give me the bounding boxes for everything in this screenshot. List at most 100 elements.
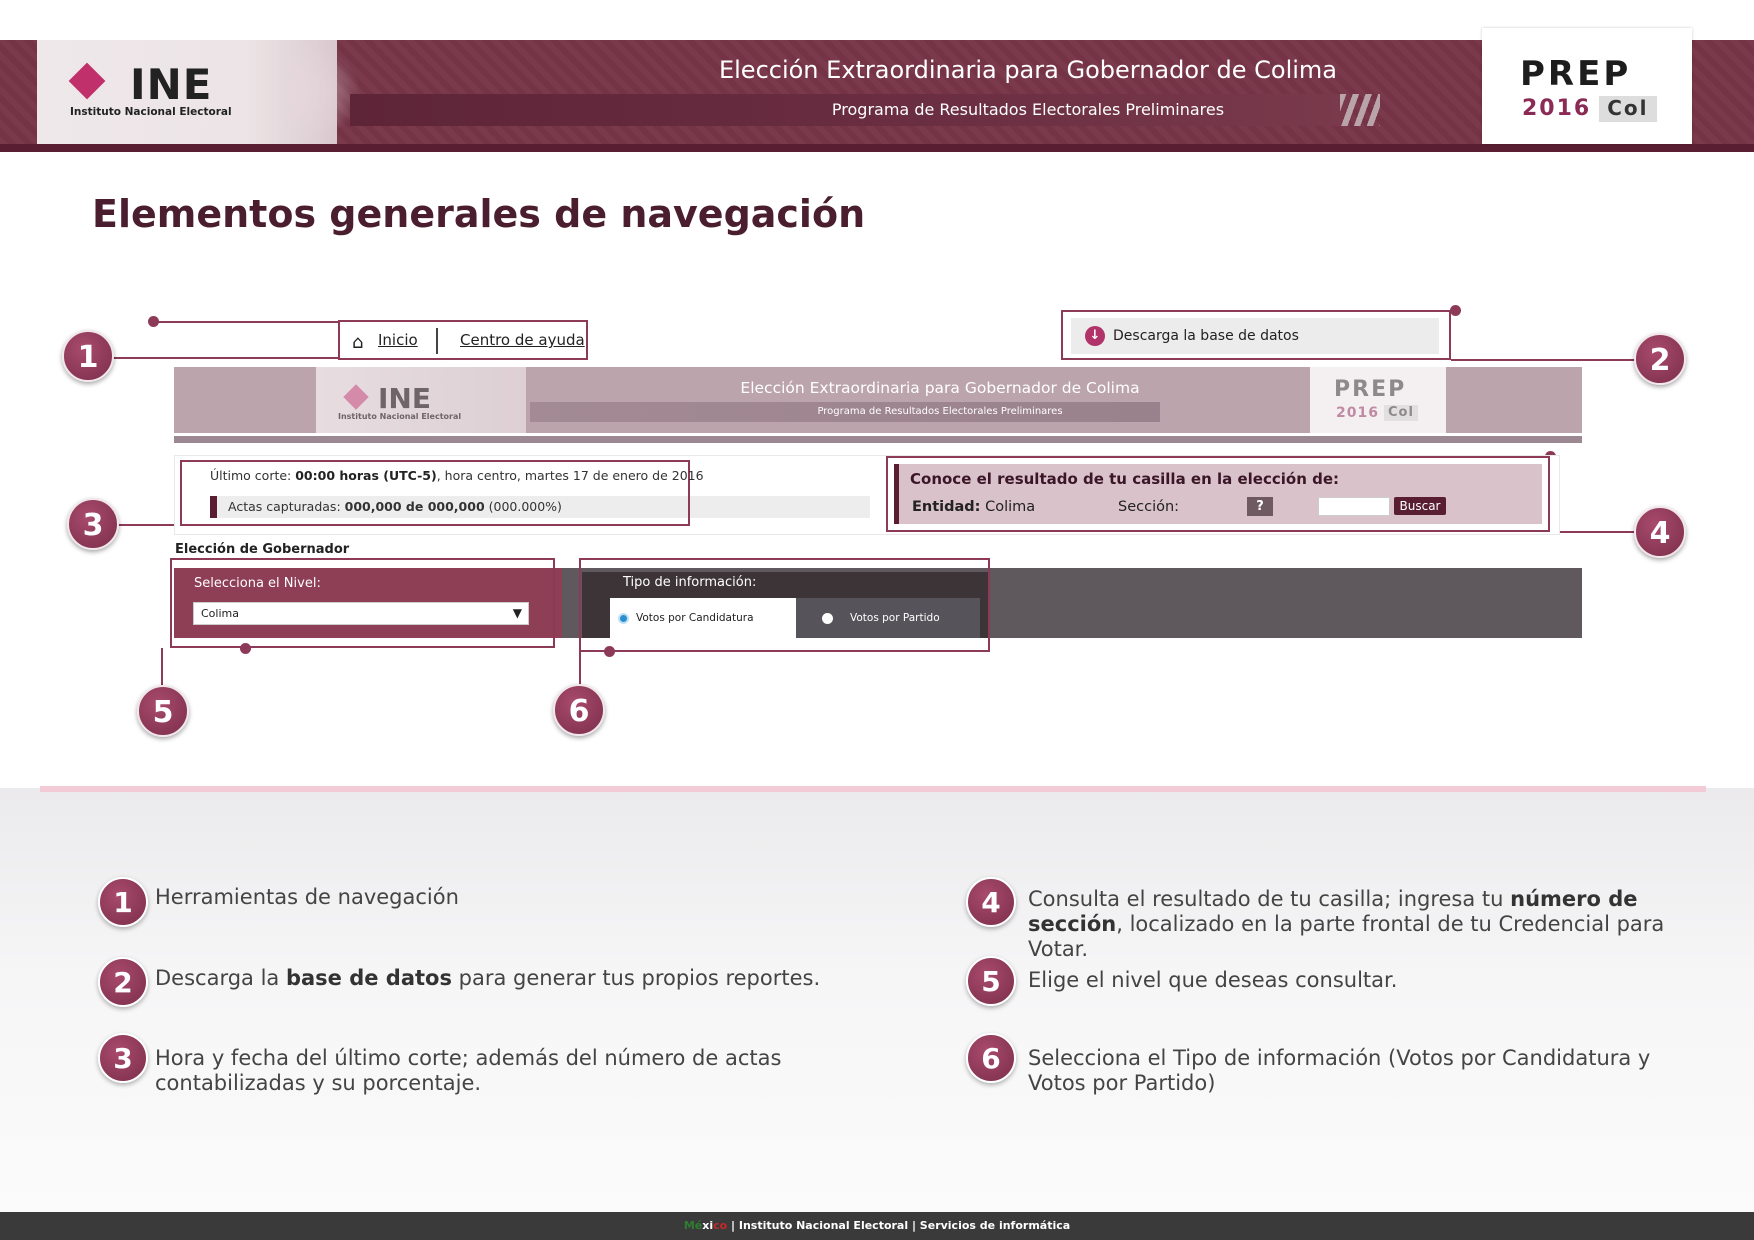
connector-2-right xyxy=(1451,359,1637,361)
chevron-down-icon: ▼ xyxy=(512,606,522,620)
nav-separator xyxy=(436,328,438,354)
download-database-button[interactable]: ↓ Descarga la base de datos xyxy=(1071,318,1439,354)
legend-2-post: para generar tus propios reportes. xyxy=(451,966,821,990)
mock-ine-logo-subtitle: Instituto Nacional Electoral xyxy=(338,412,462,421)
header-title: Elección Extraordinaria para Gobernador … xyxy=(718,56,1338,84)
last-cut-time: 00:00 horas (UTC-5) xyxy=(295,468,437,483)
home-link[interactable]: Inicio xyxy=(378,331,418,349)
option-votos-partido-label: Votos por Partido xyxy=(850,612,940,624)
legend-section xyxy=(0,788,1754,1212)
help-icon[interactable]: ? xyxy=(1247,497,1273,516)
marker-4: 4 xyxy=(1634,506,1686,558)
legend-text-4: Consulta el resultado de tu casilla; ing… xyxy=(1028,887,1698,962)
ine-logo-subtitle: Instituto Nacional Electoral xyxy=(70,106,232,118)
casilla-search-title: Conoce el resultado de tu casilla en la … xyxy=(910,470,1340,488)
prep-state: Col xyxy=(1599,96,1657,122)
mock-header-subtitle: Programa de Resultados Electorales Preli… xyxy=(817,406,1063,417)
footer-links: | Instituto Nacional Electoral | Servici… xyxy=(727,1219,1071,1232)
entidad-value: Colima xyxy=(980,499,1036,515)
seccion-input[interactable] xyxy=(1318,497,1390,516)
seccion-label: Sección: xyxy=(1118,499,1180,515)
prep-year: 2016 xyxy=(1522,96,1592,121)
connector-3-left xyxy=(118,524,180,526)
acts-captured-text: Actas capturadas: 000,000 de 000,000 (00… xyxy=(228,499,562,514)
casilla-search-highlight xyxy=(886,456,1550,532)
connector-1-left xyxy=(112,357,338,359)
header-stripe xyxy=(0,144,1754,152)
mock-prep-state: Col xyxy=(1383,405,1418,421)
home-icon[interactable]: ⌂ xyxy=(352,332,363,353)
entidad-label: Entidad: xyxy=(912,499,981,515)
acts-prefix: Actas capturadas: xyxy=(228,499,345,514)
legend-marker-2: 2 xyxy=(98,957,148,1007)
footer-mexico-3: co xyxy=(713,1219,728,1232)
prep-logo: PREP 2016 Col xyxy=(1482,28,1692,144)
search-button[interactable]: Buscar xyxy=(1394,497,1446,515)
legend-2-bold: base de datos xyxy=(285,966,452,990)
page-title: Elementos generales de navegación xyxy=(92,192,866,236)
legend-marker-6: 6 xyxy=(966,1033,1016,1083)
header-subtitle: Programa de Resultados Electorales Preli… xyxy=(831,100,1225,119)
radio-selected-icon xyxy=(618,613,629,624)
download-database-box: ↓ Descarga la base de datos xyxy=(1061,310,1451,360)
download-arrow-icon: ↓ xyxy=(1085,326,1105,346)
mock-prep-logo-year: 2016 Col xyxy=(1336,405,1418,421)
legend-4-pre: Consulta el resultado de tu casilla; ing… xyxy=(1028,887,1511,911)
connector-2-dot xyxy=(1450,305,1461,316)
ine-diamond-icon xyxy=(68,62,106,100)
info-type-label: Tipo de información: xyxy=(623,575,757,590)
acts-percent: (000.000%) xyxy=(484,499,562,514)
election-label: Elección de Gobernador xyxy=(175,542,350,557)
legend-text-5: Elige el nivel que deseas consultar. xyxy=(1028,968,1398,992)
connector-4-right xyxy=(1550,531,1640,533)
last-cut-prefix: Último corte: xyxy=(210,468,296,483)
legend-text-2: Descarga la base de datos para generar t… xyxy=(155,966,915,991)
level-select[interactable]: Colima ▼ xyxy=(193,602,529,625)
navigation-tools: ⌂ Inicio Centro de ayuda xyxy=(338,320,588,360)
legend-marker-1: 1 xyxy=(98,877,148,927)
last-cut-text: Último corte: 00:00 horas (UTC-5), hora … xyxy=(210,468,704,483)
download-database-label: Descarga la base de datos xyxy=(1113,328,1299,344)
mock-prep-year: 2016 xyxy=(1336,405,1379,421)
legend-2-pre: Descarga la xyxy=(155,966,286,990)
level-label: Selecciona el Nivel: xyxy=(194,576,321,591)
help-center-link[interactable]: Centro de ayuda xyxy=(460,331,585,349)
legend-marker-3: 3 xyxy=(98,1033,148,1083)
connector-1-top xyxy=(154,321,338,323)
prep-logo-year: 2016 Col xyxy=(1522,96,1657,122)
legend-4-post: , localizado en la parte frontal de tu C… xyxy=(1028,912,1665,961)
marker-6: 6 xyxy=(553,684,605,736)
legend-text-6: Selecciona el Tipo de información (Votos… xyxy=(1028,1046,1651,1095)
marker-2: 2 xyxy=(1634,333,1686,385)
connector-1-dot xyxy=(148,316,159,327)
connector-5-vert xyxy=(161,648,163,688)
legend-marker-5: 5 xyxy=(966,956,1016,1006)
last-cut-suffix: , hora centro, martes 17 de enero de 201… xyxy=(436,468,704,483)
option-votos-candidatura-label: Votos por Candidatura xyxy=(636,612,754,624)
radio-unselected-icon xyxy=(822,613,833,624)
level-select-value: Colima xyxy=(201,607,239,620)
mock-prep-logo-word: PREP xyxy=(1334,377,1407,402)
legend-divider xyxy=(40,786,1706,792)
option-votos-candidatura[interactable]: Votos por Candidatura xyxy=(610,598,796,638)
option-votos-partido[interactable]: Votos por Partido xyxy=(796,598,980,638)
prep-logo-word: PREP xyxy=(1520,54,1632,94)
legend-marker-4: 4 xyxy=(966,877,1016,927)
acts-count: 000,000 de 000,000 xyxy=(344,499,485,514)
mock-prep-logo: PREP 2016 Col xyxy=(1310,367,1446,433)
marker-1: 1 xyxy=(62,330,114,382)
footer-mexico-1: Mé xyxy=(683,1219,703,1232)
marker-5: 5 xyxy=(137,685,189,737)
mock-header-stripe xyxy=(174,433,1582,443)
footer-mexico-2: xi xyxy=(702,1219,714,1232)
legend-text-1: Herramientas de navegación xyxy=(155,885,459,909)
mock-ine-logo-text: INE xyxy=(378,382,431,415)
mock-header-title: Elección Extraordinaria para Gobernador … xyxy=(740,379,1140,397)
footer: México | Instituto Nacional Electoral | … xyxy=(0,1212,1754,1240)
ine-logo-text: INE xyxy=(130,60,213,109)
footer-text: México | Instituto Nacional Electoral | … xyxy=(0,1219,1754,1232)
legend-text-3: Hora y fecha del último corte; además de… xyxy=(155,1046,782,1095)
casilla-entidad: Entidad: Colima xyxy=(912,499,1035,515)
ine-logo: INE Instituto Nacional Electoral xyxy=(68,60,260,126)
marker-3: 3 xyxy=(67,498,119,550)
